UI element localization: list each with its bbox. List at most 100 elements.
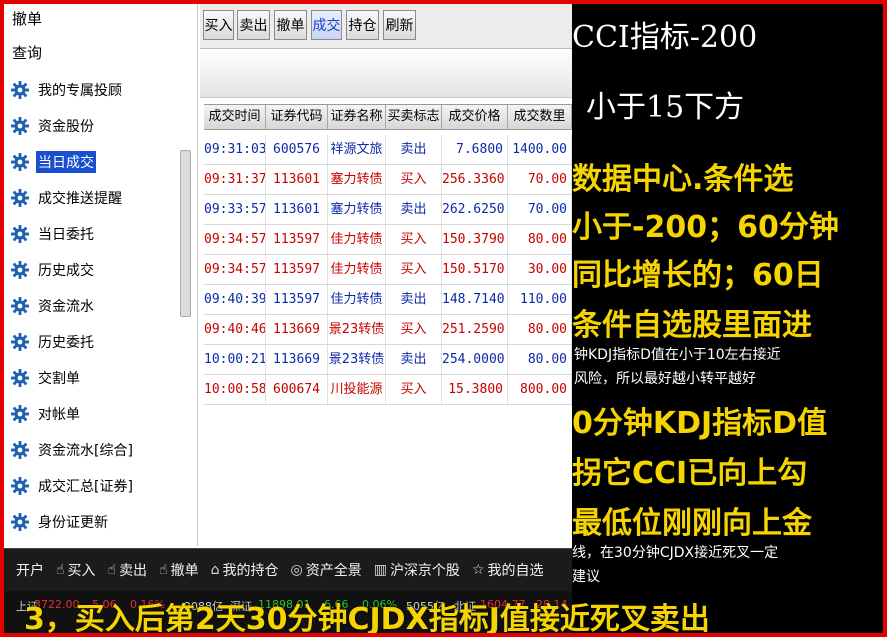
bottom-menu-item-3[interactable]: ☝ 撤单 <box>159 560 199 580</box>
overlay-line-5: 条件自选股里面进 <box>572 308 812 343</box>
column-header-2[interactable]: 证券名称 <box>328 105 386 129</box>
sidebar-item-6[interactable]: 资金流水 <box>10 294 170 318</box>
cell-qty: 80.00 <box>508 345 572 374</box>
gear-icon <box>10 368 30 388</box>
cell-side: 买入 <box>386 375 442 404</box>
sidebar-item-label: 成交推送提醒 <box>38 191 122 207</box>
overlay-line-2: 数据中心.条件选 <box>572 162 794 197</box>
overlay-line-3: 小于-200；60分钟 <box>572 210 839 245</box>
cell-qty: 70.00 <box>508 165 572 194</box>
cell-side: 买入 <box>386 165 442 194</box>
sidebar-item-11[interactable]: 成交汇总[证券] <box>10 474 170 498</box>
overlay-line-8: 0分钟KDJ指标D值 <box>572 406 828 441</box>
cell-qty: 80.00 <box>508 225 572 254</box>
hand-sell-icon: ☝ <box>107 562 117 578</box>
cell-qty: 70.00 <box>508 195 572 224</box>
table-row[interactable]: 09:33:57 113601 塞力转债 卖出 262.6250 70.00 <box>204 195 572 225</box>
cell-code: 113669 <box>266 315 328 344</box>
table-row[interactable]: 09:40:39 113597 佳力转债 卖出 148.7140 110.00 <box>204 285 572 315</box>
column-header-1[interactable]: 证券代码 <box>266 105 328 129</box>
column-header-3[interactable]: 买卖标志 <box>386 105 442 129</box>
sidebar-item-7[interactable]: 历史委托 <box>10 330 170 354</box>
overlay-line-6: 钟KDJ指标D值在小于10左右接近 <box>574 347 781 363</box>
coin-icon: ◎ <box>290 562 303 578</box>
sidebar-item-4[interactable]: 当日委托 <box>10 222 170 246</box>
overlay-line-0: CCI指标-200 <box>572 20 758 55</box>
gear-icon <box>10 188 30 208</box>
sidebar-item-label: 我的专属投顾 <box>38 83 122 99</box>
bottom-menu-item-5[interactable]: ◎ 资产全景 <box>290 560 361 580</box>
column-header-5[interactable]: 成交数里 <box>508 105 572 129</box>
toolbar-button-1[interactable]: 卖出 <box>237 10 270 40</box>
toolbar-button-5[interactable]: 刷新 <box>383 10 416 40</box>
table-header: 成交时间 证券代码 证券名称 买卖标志 成交价格 成交数里 <box>204 104 572 130</box>
sidebar-item-10[interactable]: 资金流水[综合] <box>10 438 170 462</box>
cell-code: 113597 <box>266 285 328 314</box>
cell-qty: 800.00 <box>508 375 572 404</box>
sidebar-item-label: 历史委托 <box>38 335 94 351</box>
table-row[interactable]: 09:31:37 113601 塞力转债 买入 256.3360 70.00 <box>204 165 572 195</box>
gear-icon <box>10 512 30 532</box>
sidebar-item-1[interactable]: 资金股份 <box>10 114 170 138</box>
table-row[interactable]: 09:34:57 113597 佳力转债 买入 150.3790 80.00 <box>204 225 572 255</box>
gear-icon <box>10 260 30 280</box>
cell-price: 254.0000 <box>442 345 508 374</box>
sidebar-item-12[interactable]: 身份证更新 <box>10 510 170 534</box>
gear-icon <box>10 224 30 244</box>
column-header-0[interactable]: 成交时间 <box>204 105 266 129</box>
bottom-menu-item-0[interactable]: 开户 <box>16 560 44 580</box>
sidebar-item-5[interactable]: 历史成交 <box>10 258 170 282</box>
table-row[interactable]: 09:40:46 113669 景23转债 买入 251.2590 80.00 <box>204 315 572 345</box>
sidebar-item-label: 资金流水 <box>38 299 94 315</box>
bottom-menu-item-1[interactable]: ☝ 买入 <box>56 560 96 580</box>
sidebar-item-3[interactable]: 成交推送提醒 <box>10 186 170 210</box>
bottom-menu-item-4[interactable]: ⌂ 我的持仓 <box>211 560 279 580</box>
bottom-menu-label: 我的持仓 <box>222 563 279 579</box>
cell-name: 佳力转债 <box>328 225 386 254</box>
toolbar-button-3[interactable]: 成交 <box>311 10 342 40</box>
cell-side: 卖出 <box>386 285 442 314</box>
table-row[interactable]: 10:00:21 113669 景23转债 卖出 254.0000 80.00 <box>204 345 572 375</box>
toolbar-button-0[interactable]: 买入 <box>203 10 234 40</box>
overlay-line-1: 小于15下方 <box>586 90 745 125</box>
cell-side: 卖出 <box>386 345 442 374</box>
sidebar-item-query[interactable]: 查询 <box>12 42 42 63</box>
sidebar-item-8[interactable]: 交割单 <box>10 366 170 390</box>
cell-name: 佳力转债 <box>328 255 386 284</box>
overlay-line-7: 风险，所以最好越小转平越好 <box>574 371 756 387</box>
table-row[interactable]: 09:31:03 600576 祥源文旅 卖出 7.6800 1400.00 <box>204 135 572 165</box>
sidebar-item-9[interactable]: 对帐单 <box>10 402 170 426</box>
home-icon: ⌂ <box>210 562 220 578</box>
bottom-menu-bar: 开户 ☝ 买入 ☝ 卖出 ☝ 撤单 ⌂ 我的持仓 ◎ 资产全景 ▥ 沪深京个股 ☆ 我的自选 <box>4 548 572 591</box>
gear-icon <box>10 404 30 424</box>
sidebar-item-2[interactable]: 当日成交 <box>10 150 170 174</box>
bottom-menu-item-7[interactable]: ☆ 我的自选 <box>472 560 544 580</box>
cell-time: 09:31:03 <box>204 135 266 164</box>
cell-price: 148.7140 <box>442 285 508 314</box>
table-row[interactable]: 09:34:57 113597 佳力转债 买入 150.5170 30.00 <box>204 255 572 285</box>
sidebar-item-label: 交割单 <box>38 371 80 387</box>
subtitle-caption: 3，买入后第2天30分钟CJDX指标J值接近死叉卖出 <box>24 602 710 637</box>
bottom-menu-item-2[interactable]: ☝ 卖出 <box>108 560 148 580</box>
bottom-menu-item-6[interactable]: ▥ 沪深京个股 <box>374 560 460 580</box>
column-header-4[interactable]: 成交价格 <box>442 105 508 129</box>
sidebar-item-label: 当日委托 <box>38 227 94 243</box>
cell-name: 景23转债 <box>328 315 386 344</box>
strategy-text-overlay: CCI指标-200 小于15下方数据中心.条件选小于-200；60分钟 同比增长的；… <box>572 4 883 633</box>
toolbar-button-4[interactable]: 持仓 <box>346 10 379 40</box>
toolbar-strip <box>200 49 572 98</box>
table-row[interactable]: 10:00:58 600674 川投能源 买入 15.3800 800.00 <box>204 375 572 405</box>
cell-qty: 110.00 <box>508 285 572 314</box>
cell-code: 113669 <box>266 345 328 374</box>
overlay-line-4: 同比增长的；60日 <box>572 258 824 293</box>
cell-code: 600576 <box>266 135 328 164</box>
sidebar-item-label: 资金流水[综合] <box>38 443 133 459</box>
cell-name: 佳力转债 <box>328 285 386 314</box>
toolbar-button-2[interactable]: 撤单 <box>274 10 307 40</box>
sidebar-item-0[interactable]: 我的专属投顾 <box>10 78 170 102</box>
sidebar-item-cancel-order[interactable]: 撤单 <box>12 8 42 29</box>
bottom-menu-label: 开户 <box>16 563 44 579</box>
cell-side: 买入 <box>386 225 442 254</box>
hand-buy-icon: ☝ <box>56 562 65 578</box>
sidebar-scrollbar[interactable] <box>180 150 191 317</box>
